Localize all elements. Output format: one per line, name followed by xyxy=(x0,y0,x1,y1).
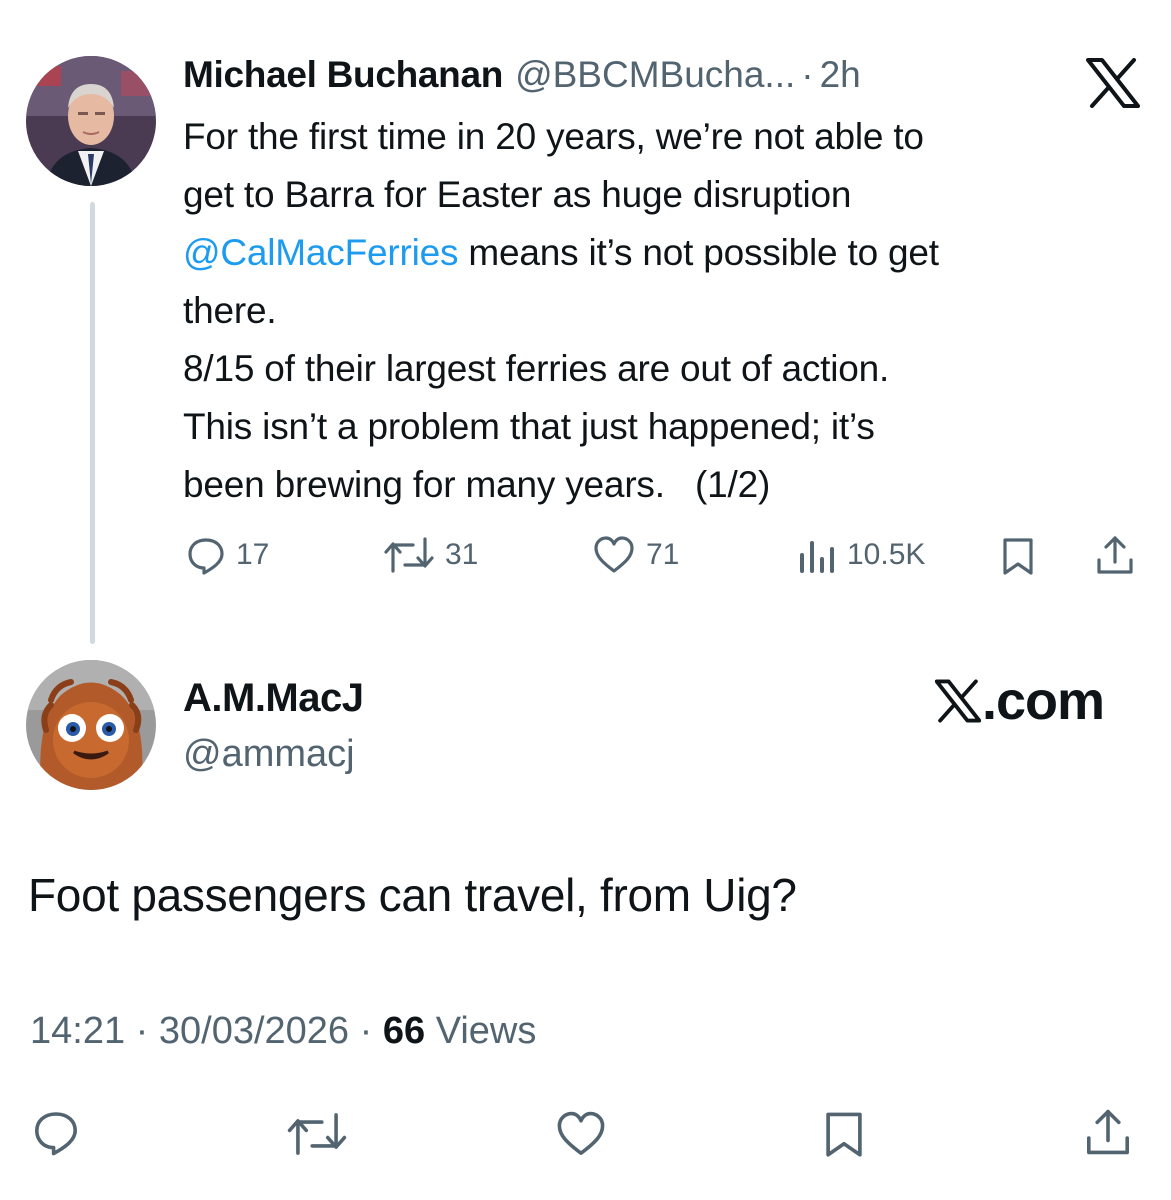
tweet-date[interactable]: 30/03/2026 xyxy=(159,1010,349,1052)
author-avatar[interactable] xyxy=(26,56,156,186)
author-name[interactable]: Michael Buchanan xyxy=(183,54,503,96)
thread-line xyxy=(90,202,95,644)
reply-button[interactable]: 17 xyxy=(186,535,269,575)
reply-icon xyxy=(188,538,224,575)
tweet-line: been brewing for many years. (1/2) xyxy=(183,464,771,505)
heart-icon xyxy=(557,1111,605,1155)
tweet-line: This isn’t a problem that just happened;… xyxy=(183,406,875,447)
tweet-meta: 14:21 · 30/03/2026 · 66 Views xyxy=(30,1010,536,1053)
heart-icon xyxy=(594,536,634,573)
separator-dot: · xyxy=(801,54,814,95)
repost-icon xyxy=(287,1113,347,1155)
bookmark-button[interactable] xyxy=(822,1108,866,1165)
like-count: 71 xyxy=(646,538,680,571)
x-logo-icon xyxy=(935,679,981,723)
reply-icon xyxy=(35,1112,77,1156)
mention-link[interactable]: @CalMacFerries xyxy=(183,232,458,273)
repost-icon xyxy=(384,537,434,573)
tweet-time[interactable]: 14:21 xyxy=(30,1010,125,1052)
reply-text: Foot passengers can travel, from Uig? xyxy=(28,869,797,921)
repost-button[interactable] xyxy=(286,1110,348,1163)
x-com-label: .com xyxy=(935,670,1105,732)
reply-author-name[interactable]: A.M.MacJ xyxy=(183,676,364,721)
views-count: 66 xyxy=(382,1010,426,1052)
reply-count: 17 xyxy=(236,538,270,571)
reply-button[interactable] xyxy=(32,1108,80,1161)
tweet-line: 8/15 of their largest ferries are out of… xyxy=(183,348,890,389)
view-count: 10.5K xyxy=(847,538,926,571)
reply-author-handle[interactable]: @ammacj xyxy=(183,733,355,776)
share-button[interactable] xyxy=(1095,534,1135,576)
views-label: Views xyxy=(435,1010,537,1052)
share-icon xyxy=(1087,1109,1129,1155)
tweet-line: @CalMacFerries means it’s not possible t… xyxy=(183,232,939,273)
separator-dot: · xyxy=(359,1010,373,1052)
like-button[interactable] xyxy=(554,1110,608,1163)
views-button[interactable]: 10.5K xyxy=(797,535,925,575)
tweet-line: get to Barra for Easter as huge disrupti… xyxy=(183,174,852,215)
tweet-text: For the first time in 20 years, we’re no… xyxy=(183,108,1143,514)
tweet-header: Michael Buchanan @BBCMBucha... · 2h xyxy=(183,54,861,102)
tweet-line: there. xyxy=(183,290,277,331)
separator-dot: · xyxy=(135,1010,149,1052)
share-icon xyxy=(1097,536,1133,574)
repost-button[interactable]: 31 xyxy=(383,535,478,575)
site-domain: .com xyxy=(982,671,1105,731)
bookmark-icon xyxy=(826,1112,862,1157)
bookmark-icon xyxy=(1003,538,1033,575)
share-button[interactable] xyxy=(1084,1106,1132,1163)
tweet-line: For the first time in 20 years, we’re no… xyxy=(183,116,924,157)
like-button[interactable]: 71 xyxy=(592,535,679,575)
author-handle[interactable]: @BBCMBucha... xyxy=(515,54,795,96)
analytics-icon xyxy=(800,541,834,573)
repost-count: 31 xyxy=(445,538,479,571)
x-logo-icon xyxy=(1086,58,1140,108)
reply-author-avatar[interactable] xyxy=(26,660,156,790)
bookmark-button[interactable] xyxy=(1000,536,1036,576)
tweet-age[interactable]: 2h xyxy=(820,54,861,96)
